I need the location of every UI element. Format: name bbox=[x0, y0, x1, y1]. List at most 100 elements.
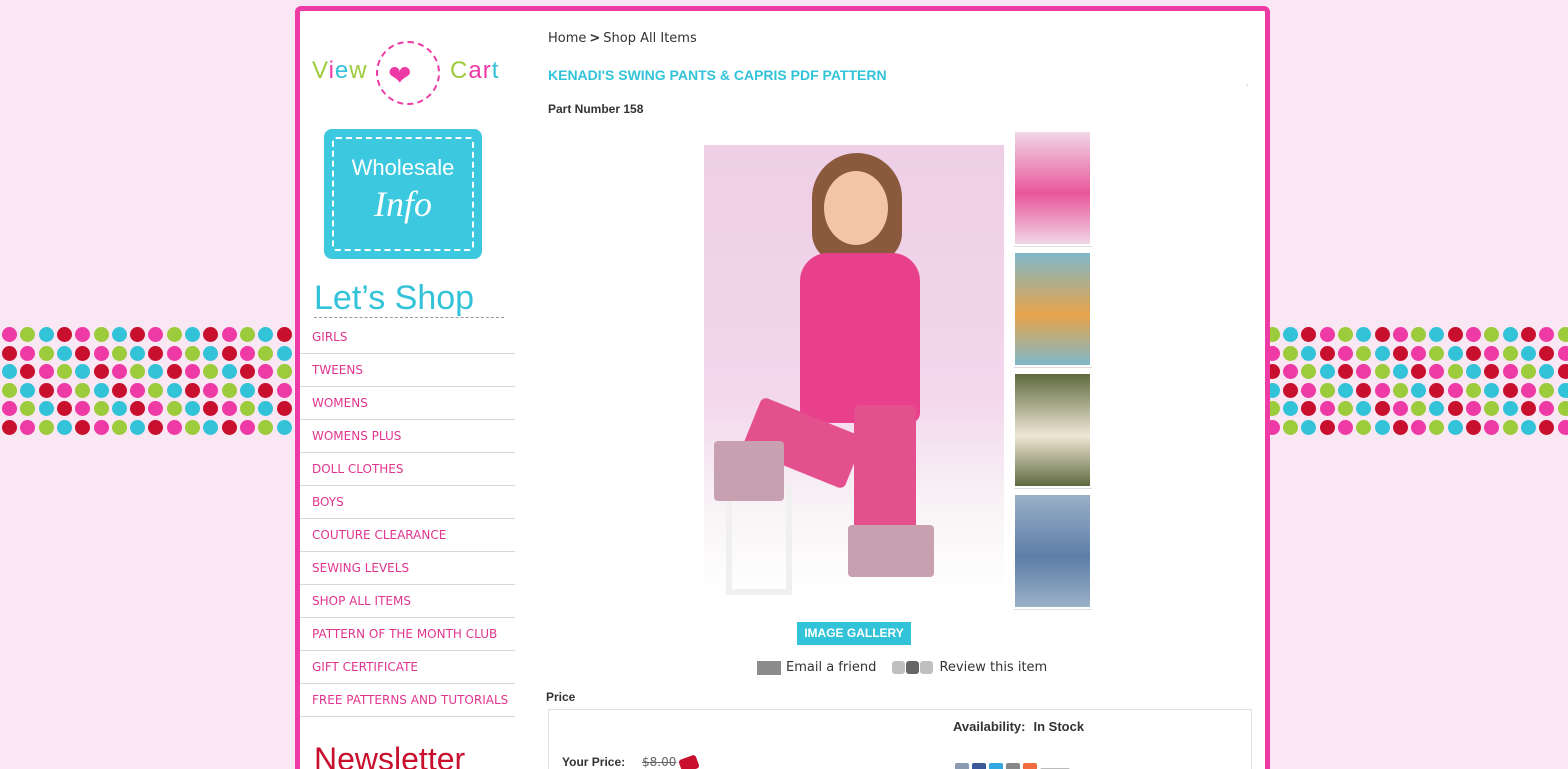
nav-item-womens-plus[interactable]: WOMENS PLUS bbox=[300, 420, 515, 453]
polka-dot bbox=[2, 364, 17, 379]
polka-dot bbox=[1539, 364, 1555, 379]
polka-dot bbox=[2, 419, 17, 435]
nav-item-gift-certificate[interactable]: GIFT CERTIFICATE bbox=[300, 651, 515, 684]
polka-dot bbox=[1283, 364, 1298, 379]
availability-label: Availability: bbox=[953, 719, 1026, 734]
polka-dot bbox=[1411, 327, 1427, 342]
polka-dot bbox=[1319, 419, 1335, 435]
polka-dot bbox=[221, 419, 237, 435]
polka-dot bbox=[93, 419, 109, 435]
polka-dot bbox=[1337, 382, 1353, 398]
polka-dot bbox=[1429, 364, 1445, 379]
main-product-image[interactable] bbox=[704, 145, 1004, 595]
breadcrumb-separator: > bbox=[589, 31, 601, 46]
polka-dot bbox=[258, 401, 274, 416]
thumbnail-strip bbox=[1014, 131, 1094, 615]
wholesale-info-inner: Wholesale Info bbox=[332, 137, 474, 251]
nav-item-shop-all-items[interactable]: SHOP ALL ITEMS bbox=[300, 585, 515, 618]
your-price-label: Your Price: bbox=[562, 755, 626, 769]
share-buttons: 0 bbox=[955, 762, 1073, 769]
polka-dot bbox=[1466, 382, 1481, 398]
wholesale-info-button[interactable]: Wholesale Info bbox=[324, 129, 482, 259]
nav-item-tweens[interactable]: TWEENS bbox=[300, 354, 515, 387]
polka-dot bbox=[276, 419, 292, 435]
polka-dot bbox=[1557, 419, 1568, 435]
shirt-shape bbox=[800, 253, 920, 423]
image-gallery-button[interactable]: IMAGE GALLERY bbox=[797, 622, 911, 645]
part-number: Part Number 158 bbox=[548, 102, 644, 116]
polka-dot bbox=[166, 345, 182, 361]
polka-dot bbox=[20, 345, 36, 361]
polka-dot bbox=[56, 345, 72, 361]
polka-dot bbox=[1283, 382, 1298, 398]
polka-dot bbox=[1319, 327, 1335, 342]
twitter-icon[interactable] bbox=[989, 763, 1003, 769]
addthis-icon[interactable] bbox=[1023, 763, 1037, 769]
polka-dot bbox=[1283, 327, 1298, 342]
polka-dot bbox=[1466, 419, 1481, 435]
nav-item-pattern-of-the-month-club[interactable]: PATTERN OF THE MONTH CLUB bbox=[300, 618, 515, 651]
polka-dot bbox=[111, 419, 127, 435]
polka-dot bbox=[1502, 401, 1518, 416]
print-icon[interactable] bbox=[1006, 763, 1020, 769]
polka-dot bbox=[2, 401, 17, 416]
polka-dot bbox=[38, 364, 54, 379]
polka-dot bbox=[148, 345, 164, 361]
polka-dot bbox=[75, 327, 91, 342]
facebook-icon[interactable] bbox=[972, 763, 986, 769]
polka-dot bbox=[1502, 382, 1518, 398]
polka-dot bbox=[1337, 364, 1353, 379]
nav-item-boys[interactable]: BOYS bbox=[300, 486, 515, 519]
polka-dot bbox=[203, 382, 219, 398]
polka-dot bbox=[166, 401, 182, 416]
nav-item-sewing-levels[interactable]: SEWING LEVELS bbox=[300, 552, 515, 585]
polka-dot bbox=[1374, 419, 1390, 435]
polka-dot bbox=[1301, 364, 1317, 379]
breadcrumb-current[interactable]: Shop All Items bbox=[603, 31, 696, 46]
polka-dot bbox=[1447, 382, 1463, 398]
nav-item-couture-clearance[interactable]: COUTURE CLEARANCE bbox=[300, 519, 515, 552]
polka-dot bbox=[1319, 382, 1335, 398]
polka-dot bbox=[166, 327, 182, 342]
polka-dot bbox=[1356, 419, 1372, 435]
polka-dot bbox=[185, 345, 200, 361]
polka-dot bbox=[1520, 401, 1536, 416]
nav-item-womens[interactable]: WOMENS bbox=[300, 387, 515, 420]
email-friend-link[interactable]: Email a friend bbox=[757, 660, 876, 675]
price-heading: Price bbox=[546, 690, 576, 704]
review-item-link[interactable]: Review this item bbox=[892, 660, 1047, 675]
polka-dot bbox=[276, 364, 292, 379]
polka-dot bbox=[38, 401, 54, 416]
email-share-icon[interactable] bbox=[955, 763, 969, 769]
polka-dot bbox=[1484, 327, 1500, 342]
logo-letter: w bbox=[349, 57, 368, 84]
nav-item-doll-clothes[interactable]: DOLL CLOTHES bbox=[300, 453, 515, 486]
product-thumbnail[interactable] bbox=[1014, 131, 1092, 247]
polka-dot bbox=[1447, 327, 1463, 342]
polka-dot bbox=[75, 419, 91, 435]
polka-dot bbox=[130, 345, 146, 361]
polka-dot bbox=[203, 364, 219, 379]
polka-dot bbox=[111, 327, 127, 342]
polka-dot bbox=[221, 327, 237, 342]
product-thumbnail[interactable] bbox=[1014, 494, 1092, 610]
polka-dot bbox=[148, 327, 164, 342]
polka-dot bbox=[75, 401, 91, 416]
product-thumbnail[interactable] bbox=[1014, 373, 1092, 489]
polka-dot bbox=[1502, 419, 1518, 435]
nav-item-girls[interactable]: GIRLS bbox=[300, 321, 515, 354]
nav-item-free-patterns[interactable]: FREE PATTERNS AND TUTORIALS bbox=[300, 684, 515, 717]
polka-dot bbox=[111, 364, 127, 379]
product-thumbnail[interactable] bbox=[1014, 252, 1092, 368]
review-stars-icon bbox=[892, 660, 934, 675]
polka-dot bbox=[185, 382, 200, 398]
breadcrumb-home[interactable]: Home bbox=[548, 31, 586, 46]
polka-dot bbox=[1557, 382, 1568, 398]
polka-dot bbox=[148, 382, 164, 398]
product-title: KENADI'S SWING PANTS & CAPRIS PDF PATTER… bbox=[548, 67, 887, 83]
polka-dot bbox=[1502, 345, 1518, 361]
view-cart-logo[interactable]: View ❤ Cart bbox=[312, 41, 512, 111]
thumbnail-image bbox=[1015, 253, 1090, 365]
polka-dot bbox=[239, 419, 255, 435]
polka-dot bbox=[148, 419, 164, 435]
